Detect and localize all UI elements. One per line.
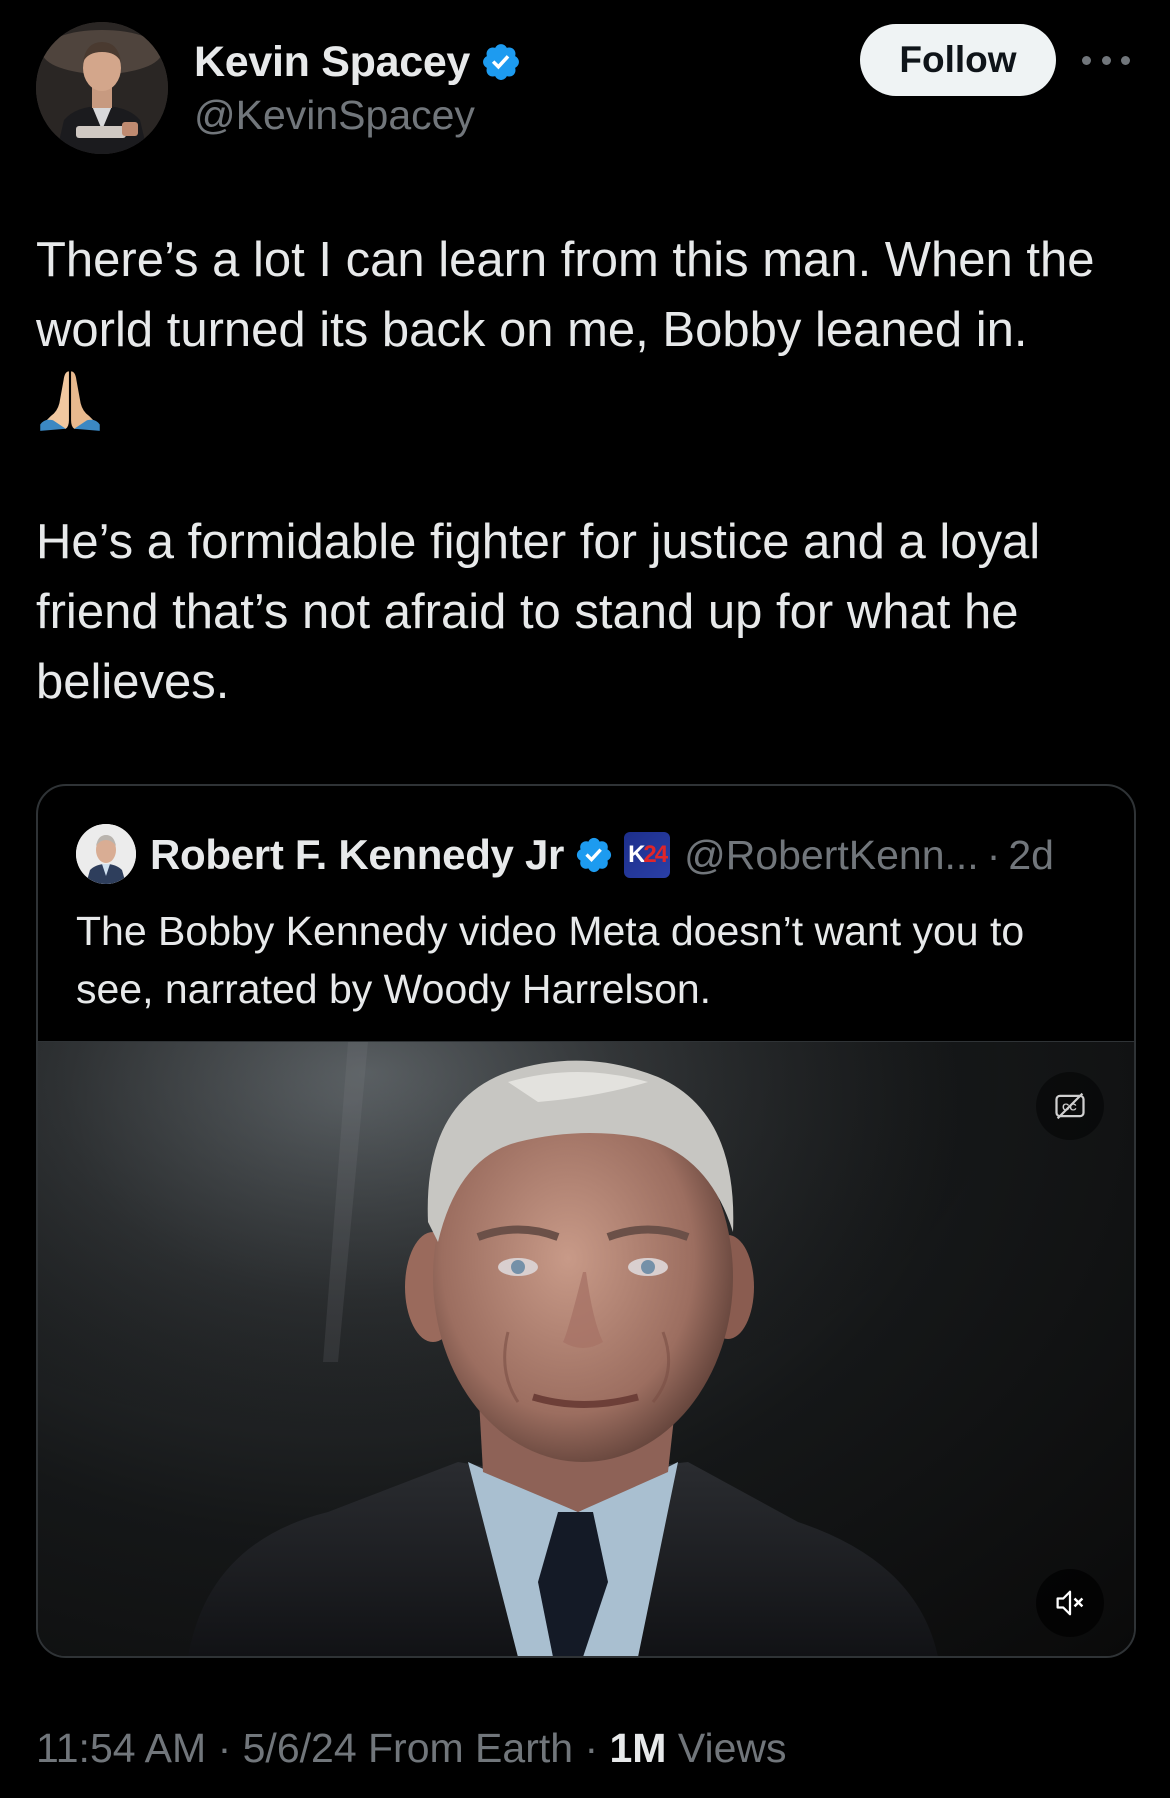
quoted-handle[interactable]: @RobertKenn... [684,832,979,879]
tweet-location: From Earth [356,1725,574,1771]
quoted-tweet-card[interactable]: Robert F. Kennedy Jr K 24 @RobertKenn... … [36,784,1136,1658]
tweet-time[interactable]: 11:54 AM [36,1725,206,1771]
badge-letter: K [628,841,645,868]
quoted-display-name[interactable]: Robert F. Kennedy Jr [150,831,564,879]
quoted-header: Robert F. Kennedy Jr K 24 @RobertKenn... … [150,826,1054,884]
closed-captions-icon[interactable]: CC [1036,1072,1104,1140]
views-count: 1M [609,1725,667,1771]
tweet-meta: 11:54 AM · 5/6/24 From Earth · 1M Views [36,1725,787,1772]
author-display-name[interactable]: Kevin Spacey [194,38,470,87]
folded-hands-icon [40,371,100,431]
views-label: Views [666,1725,787,1771]
tweet-text-paragraph-1: There’s a lot I can learn from this man.… [36,233,1109,357]
quoted-author-avatar[interactable] [76,824,136,884]
video-player[interactable]: CC [38,1041,1134,1656]
verified-badge-icon [483,44,519,80]
tweet-text-paragraph-2: He’s a formidable fighter for justice an… [36,515,1041,709]
verified-badge-icon [577,837,612,873]
affiliation-badge-icon: K 24 [624,832,671,878]
video-frame [38,1042,1134,1656]
dot [1121,55,1130,65]
author-avatar[interactable] [36,22,168,154]
author-handle[interactable]: @KevinSpacey [194,92,475,139]
tweet-date[interactable]: 5/6/24 [243,1725,357,1771]
badge-number: 24 [643,841,668,868]
separator-dot: · [206,1725,243,1771]
author-name-row: Kevin Spacey [194,36,522,88]
dot [1101,55,1111,65]
separator-dot: · [986,831,1001,878]
quoted-age[interactable]: 2d [1008,832,1054,879]
quoted-text: The Bobby Kennedy video Meta doesn’t wan… [76,908,1025,1012]
separator-dot: · [573,1725,610,1771]
mute-toggle-icon[interactable] [1036,1569,1104,1637]
more-options-icon[interactable] [1082,42,1130,78]
dot [1082,55,1091,65]
follow-button[interactable]: Follow [860,24,1056,96]
